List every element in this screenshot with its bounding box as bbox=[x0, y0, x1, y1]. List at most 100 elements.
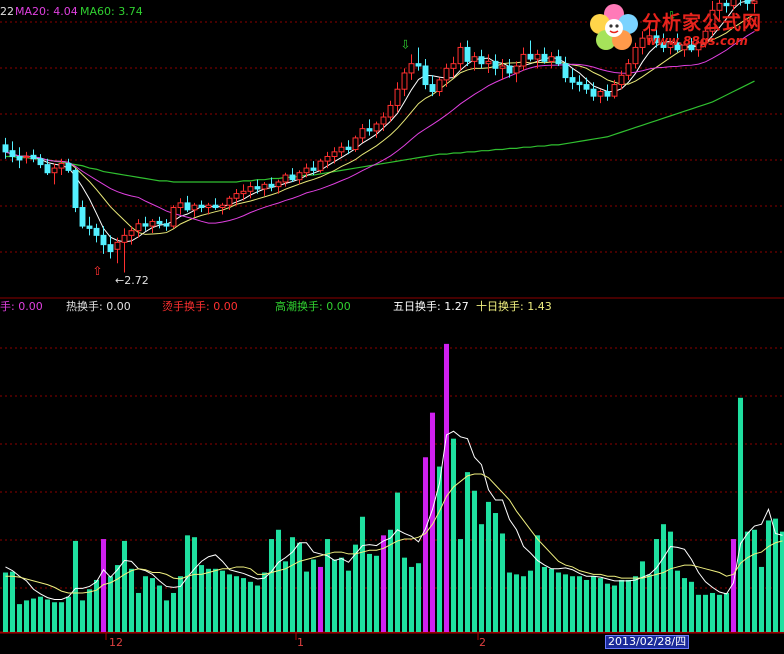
turnover-bar bbox=[93, 579, 100, 632]
turnover-bar bbox=[471, 490, 478, 632]
candle-body bbox=[100, 234, 107, 246]
turnover-bar bbox=[2, 572, 9, 632]
candle-body bbox=[93, 227, 100, 236]
candle-body bbox=[408, 63, 415, 74]
arrow-left-icon: ← bbox=[115, 274, 125, 287]
chart-canvas: ⇧⇩⇩ bbox=[0, 0, 784, 640]
candle-body bbox=[457, 46, 464, 65]
turnover-bar bbox=[142, 576, 149, 632]
turnover-bar bbox=[408, 566, 415, 632]
candle-body bbox=[597, 91, 604, 97]
candle-body bbox=[485, 60, 492, 65]
turnover-bar bbox=[450, 438, 457, 632]
candle-body bbox=[625, 63, 632, 76]
turnover-bar bbox=[702, 594, 709, 632]
turnover-bar bbox=[275, 529, 282, 632]
turnover-bar bbox=[632, 576, 639, 632]
turnover-bar bbox=[534, 535, 541, 632]
candle-body bbox=[492, 60, 499, 69]
candle-body bbox=[590, 88, 597, 97]
candle-body bbox=[30, 154, 37, 160]
candle-body bbox=[604, 91, 611, 97]
turnover-bar bbox=[688, 581, 695, 632]
turnover-bar bbox=[394, 492, 401, 632]
candle-body bbox=[44, 164, 51, 174]
turnover-bar bbox=[660, 524, 667, 632]
turnover-bar bbox=[170, 592, 177, 632]
turnover-bar bbox=[219, 570, 226, 632]
candle-body bbox=[422, 65, 429, 86]
turnover-bar bbox=[555, 572, 562, 632]
candle-body bbox=[170, 207, 177, 227]
turnover-t0: 手: 0.00 bbox=[0, 300, 43, 313]
turnover-bar bbox=[114, 565, 121, 632]
turnover-bar bbox=[604, 583, 611, 632]
turnover-bar bbox=[723, 592, 730, 632]
turnover-bar bbox=[653, 539, 660, 632]
candle-body bbox=[58, 162, 65, 169]
candle-body bbox=[352, 137, 359, 151]
candle-body bbox=[86, 225, 93, 229]
turnover-bar bbox=[597, 578, 604, 632]
candle-body bbox=[541, 53, 548, 62]
turnover-bar bbox=[772, 518, 779, 632]
turnover-bar-high bbox=[443, 343, 450, 632]
candle-body bbox=[359, 128, 366, 139]
turnover-bar bbox=[492, 513, 499, 632]
turnover-bar bbox=[618, 579, 625, 632]
turnover-bar bbox=[366, 553, 373, 632]
candle-body bbox=[135, 223, 142, 232]
turnover-bar bbox=[499, 533, 506, 632]
turnover-bar bbox=[212, 568, 219, 632]
turnover-bar bbox=[303, 571, 310, 632]
turnover-bar bbox=[121, 540, 128, 632]
turnover-bar bbox=[758, 566, 765, 632]
turnover-bar bbox=[30, 598, 37, 632]
candle-body bbox=[471, 56, 478, 62]
candle-body bbox=[205, 204, 212, 209]
turnover-bar bbox=[16, 604, 23, 632]
turnover-bar bbox=[296, 542, 303, 632]
turnover-bar bbox=[576, 576, 583, 632]
candle-body bbox=[156, 220, 163, 225]
candle-body bbox=[107, 244, 114, 253]
turnover-bar bbox=[226, 574, 233, 632]
candle-body bbox=[555, 56, 562, 65]
turnover-bar bbox=[135, 592, 142, 632]
candle-body bbox=[254, 186, 261, 190]
candle-body bbox=[464, 46, 471, 62]
candle-body bbox=[65, 162, 72, 171]
candle-body bbox=[219, 204, 226, 209]
turnover-bar bbox=[506, 572, 513, 632]
turnover-bar bbox=[359, 516, 366, 632]
turnover-bar bbox=[282, 561, 289, 632]
candle-body bbox=[513, 65, 520, 74]
candle-body bbox=[527, 53, 534, 60]
candle-body bbox=[282, 174, 289, 183]
turnover-bar bbox=[58, 602, 65, 632]
candle-body bbox=[142, 223, 149, 227]
turnover-bar bbox=[149, 578, 156, 632]
turnover-bar bbox=[401, 557, 408, 632]
turnover-bar bbox=[261, 572, 268, 632]
candle-body bbox=[401, 72, 408, 90]
candle-body bbox=[436, 79, 443, 93]
candle-body bbox=[618, 74, 625, 86]
turnover-bar bbox=[695, 594, 702, 632]
turnover-bar bbox=[345, 570, 352, 632]
low-price-label: ←2.72 bbox=[115, 274, 149, 287]
candle-body bbox=[499, 65, 506, 69]
turnover-bar bbox=[44, 599, 51, 632]
ma20-line bbox=[5, 31, 755, 224]
candle-body bbox=[114, 241, 121, 250]
candle-body bbox=[198, 204, 205, 209]
turnover-bar bbox=[23, 600, 30, 632]
turnover-bar bbox=[737, 397, 744, 632]
turnover-bar bbox=[37, 596, 44, 632]
turnover-burning: 烫手换手: 0.00 bbox=[162, 300, 238, 313]
turnover-climax: 高潮换手: 0.00 bbox=[275, 300, 351, 313]
xaxis-label-jan: 1 bbox=[297, 636, 304, 649]
candle-body bbox=[296, 172, 303, 181]
turnover-bar bbox=[233, 576, 240, 632]
candle-body bbox=[303, 167, 310, 174]
